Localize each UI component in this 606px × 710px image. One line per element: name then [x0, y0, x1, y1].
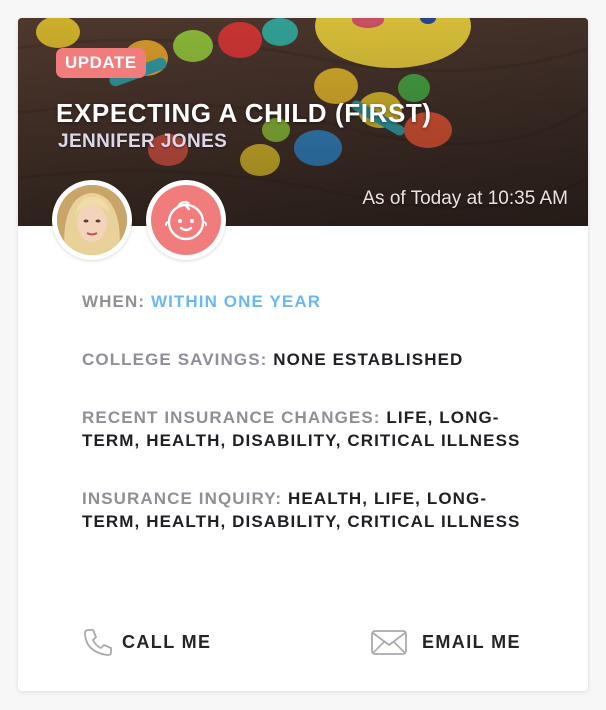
phone-icon [84, 629, 112, 656]
event-timestamp: As of Today at 10:35 AM [362, 188, 568, 209]
client-name: JENNIFER JONES [58, 131, 228, 152]
detail-insurance-inquiry: INSURANCE INQUIRY: HEALTH, LIFE, LONG-TE… [82, 487, 522, 533]
email-me-button[interactable]: EMAIL ME [370, 622, 521, 662]
college-savings-label: COLLEGE SAVINGS: [82, 350, 268, 369]
client-photo [57, 185, 127, 255]
call-me-button[interactable]: CALL ME [82, 622, 211, 662]
event-details: WHEN: WITHIN ONE YEAR COLLEGE SAVINGS: N… [82, 290, 522, 568]
recent-insurance-changes-label: RECENT INSURANCE CHANGES: [82, 408, 381, 427]
event-type-badge [146, 180, 226, 260]
contact-actions: CALL ME EMAIL ME [82, 622, 542, 662]
life-event-card: UPDATE EXPECTING A CHILD (FIRST) JENNIFE… [18, 18, 588, 691]
detail-recent-insurance-changes: RECENT INSURANCE CHANGES: LIFE, LONG-TER… [82, 406, 522, 452]
detail-college-savings: COLLEGE SAVINGS: NONE ESTABLISHED [82, 348, 522, 371]
envelope-icon [371, 630, 407, 655]
event-title: EXPECTING A CHILD (FIRST) [56, 98, 432, 128]
baby-face-icon [165, 200, 207, 241]
update-badge: UPDATE [56, 48, 146, 78]
when-value: WITHIN ONE YEAR [150, 292, 322, 311]
call-me-label: CALL ME [122, 631, 212, 652]
insurance-inquiry-label: INSURANCE INQUIRY: [82, 489, 283, 508]
email-me-label: EMAIL ME [422, 631, 521, 652]
when-label: WHEN: [82, 292, 146, 311]
client-avatar[interactable] [52, 180, 132, 260]
detail-when: WHEN: WITHIN ONE YEAR [82, 290, 522, 313]
college-savings-value: NONE ESTABLISHED [273, 350, 464, 369]
